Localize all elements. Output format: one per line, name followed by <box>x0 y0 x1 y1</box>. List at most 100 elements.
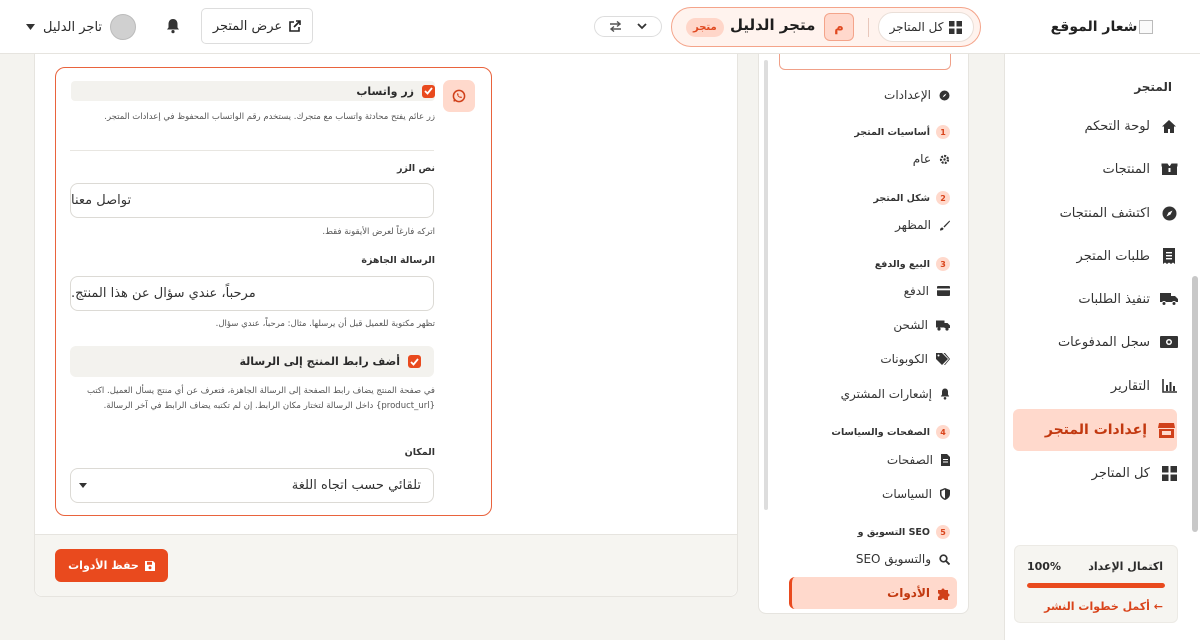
sidebar-item-store-settings[interactable]: إعدادات المتجر <box>1013 409 1177 451</box>
message-label: الرسالة الجاهزة <box>361 255 435 266</box>
settings-nav-label: الإعدادات <box>884 88 931 102</box>
settings-nav-item-pages[interactable]: الصفحات <box>887 448 950 472</box>
group-number: 5 <box>936 525 950 539</box>
sidebar-item-all-stores[interactable]: كل المتاجر <box>1014 453 1178 493</box>
card-divider <box>70 150 434 151</box>
sidebar-item-fulfillment[interactable]: تنفيذ الطلبات <box>1014 279 1178 319</box>
sidebar-item-orders[interactable]: طلبات المتجر <box>1014 236 1178 276</box>
settings-nav-item-seo[interactable]: SEO والتسويق <box>856 547 950 571</box>
compass-icon <box>939 90 950 101</box>
settings-nav-item-shipping[interactable]: الشحن <box>893 313 950 337</box>
group-title: التسويق و SEO <box>857 526 930 538</box>
sidebar-item-label: كل المتاجر <box>1091 465 1150 481</box>
bell-icon <box>940 388 950 400</box>
position-label: المكان <box>404 447 435 458</box>
settings-nav-top-chip <box>779 54 951 70</box>
settings-nav-item-tools[interactable]: الأدوات <box>789 577 957 609</box>
sidebar-item-payments-log[interactable]: سجل المدفوعات <box>1014 322 1178 362</box>
truck-icon <box>936 320 950 331</box>
store-avatar: م <box>824 13 854 41</box>
chevron-down-icon <box>79 483 87 488</box>
progress-title: اكتمال الإعداد <box>1088 560 1163 573</box>
whatsapp-enabled-checkbox[interactable] <box>422 84 435 98</box>
tags-icon <box>936 353 950 365</box>
message-hint: تظهر مكتوبة للعميل قبل أن يرسلها. مثال: … <box>215 319 435 329</box>
settings-nav-label: الكوبونات <box>880 352 928 366</box>
sidebar-item-label: إعدادات المتجر <box>1044 422 1147 438</box>
whatsapp-button-card: زر واتساب زر عائم يفتح محادثة واتساب مع … <box>55 67 492 516</box>
store-icon <box>1157 422 1175 438</box>
settings-nav-item-payment[interactable]: الدفع <box>904 279 950 303</box>
sidebar-item-label: لوحة التحكم <box>1084 118 1150 134</box>
receipt-icon <box>1160 248 1178 264</box>
truck-icon <box>1160 292 1178 306</box>
group-title: الصفحات والسياسات <box>831 426 930 438</box>
all-stores-label: كل المتاجر <box>889 20 944 34</box>
avatar <box>110 14 137 40</box>
store-switcher-pill: كل المتاجر م متجر الدليل متجر <box>671 7 981 47</box>
view-store-button[interactable]: عرض المتجر <box>201 8 313 44</box>
progress-fill <box>1027 583 1165 588</box>
settings-nav-item-settings[interactable]: الإعدادات <box>884 83 950 107</box>
sidebar-item-products[interactable]: المنتجات <box>1014 149 1178 189</box>
group-number: 2 <box>936 191 950 205</box>
gear-icon <box>939 154 950 165</box>
store-switch-dropdown[interactable] <box>594 16 662 37</box>
sidebar-item-label: طلبات المتجر <box>1076 248 1150 264</box>
settings-nav-label: الصفحات <box>886 453 933 467</box>
position-selected-value: تلقائي حسب اتجاه اللغة <box>291 478 421 493</box>
credit-card-icon <box>937 286 950 296</box>
sidebar-item-discover[interactable]: اكتشف المنتجات <box>1014 193 1178 233</box>
whatsapp-enabled-row[interactable]: زر واتساب <box>71 81 435 101</box>
chart-icon <box>1160 379 1178 393</box>
external-link-icon <box>288 19 301 33</box>
settings-nav-scrollbar[interactable] <box>764 60 768 510</box>
setup-progress-card: اكتمال الإعداد 100% أكمل خطوات النشر ← <box>1014 545 1178 623</box>
settings-nav-item-general[interactable]: عام <box>913 147 950 171</box>
settings-nav-item-coupons[interactable]: الكوبونات <box>880 347 950 371</box>
settings-nav-label: الأدوات <box>887 586 930 600</box>
button-text-label: نص الزر <box>396 163 435 174</box>
sidebar-item-label: المنتجات <box>1102 161 1150 177</box>
settings-nav-label: SEO والتسويق <box>855 552 931 566</box>
settings-nav-label: المظهر <box>895 218 931 232</box>
view-store-label: عرض المتجر <box>212 18 283 34</box>
add-product-link-hint: في صفحة المنتج يضاف رابط الصفحة إلى الرس… <box>86 386 435 411</box>
tools-panel: زر واتساب زر عائم يفتح محادثة واتساب مع … <box>34 54 738 597</box>
bell-icon[interactable] <box>166 18 180 34</box>
group-title: شكل المتجر <box>873 192 930 204</box>
sidebar-scrollbar[interactable] <box>1192 276 1198 532</box>
user-menu[interactable]: تاجر الدليل <box>26 12 137 42</box>
store-type-badge: متجر <box>686 18 724 37</box>
add-product-link-row[interactable]: أضف رابط المنتج إلى الرسالة <box>70 346 434 377</box>
settings-nav-item-policies[interactable]: السياسات <box>882 482 950 506</box>
settings-nav-label: عام <box>912 152 931 166</box>
progress-percent: 100% <box>1027 560 1061 573</box>
message-input[interactable]: مرحباً، عندي سؤال عن هذا المنتج. <box>70 276 434 311</box>
group-number: 4 <box>936 425 950 439</box>
whatsapp-description: زر عائم يفتح محادثة واتساب مع متجرك. يست… <box>104 112 435 122</box>
position-select[interactable]: تلقائي حسب اتجاه اللغة <box>70 468 434 503</box>
home-icon <box>1160 119 1178 134</box>
site-logo[interactable]: شعار الموقع <box>1004 0 1200 54</box>
money-icon <box>1160 336 1178 348</box>
sidebar-item-label: اكتشف المنتجات <box>1059 205 1150 221</box>
settings-nav-group-pages: 4 الصفحات والسياسات <box>831 423 950 441</box>
logo-text: شعار الموقع <box>1050 19 1138 35</box>
settings-nav-item-buyer-notifications[interactable]: إشعارات المشتري <box>841 382 950 406</box>
group-title: أساسيات المتجر <box>854 126 930 138</box>
settings-nav-group-basics: 1 أساسيات المتجر <box>854 123 950 141</box>
store-name: متجر الدليل <box>730 16 816 34</box>
settings-nav-label: إشعارات المشتري <box>840 387 932 401</box>
add-product-link-checkbox[interactable] <box>408 355 421 368</box>
whatsapp-enabled-label: زر واتساب <box>356 84 414 98</box>
sidebar-item-dashboard[interactable]: لوحة التحكم <box>1014 106 1178 146</box>
settings-nav-item-appearance[interactable]: المظهر <box>895 213 950 237</box>
paintbrush-icon <box>939 220 950 231</box>
complete-publish-steps-link[interactable]: أكمل خطوات النشر ← <box>1044 600 1163 613</box>
sidebar-item-reports[interactable]: التقارير <box>1014 366 1178 406</box>
group-title: البيع والدفع <box>874 258 930 270</box>
save-tools-button[interactable]: حفظ الأدوات <box>55 549 168 582</box>
all-stores-button[interactable]: كل المتاجر <box>878 12 974 42</box>
button-text-input[interactable]: تواصل معنا <box>70 183 434 218</box>
